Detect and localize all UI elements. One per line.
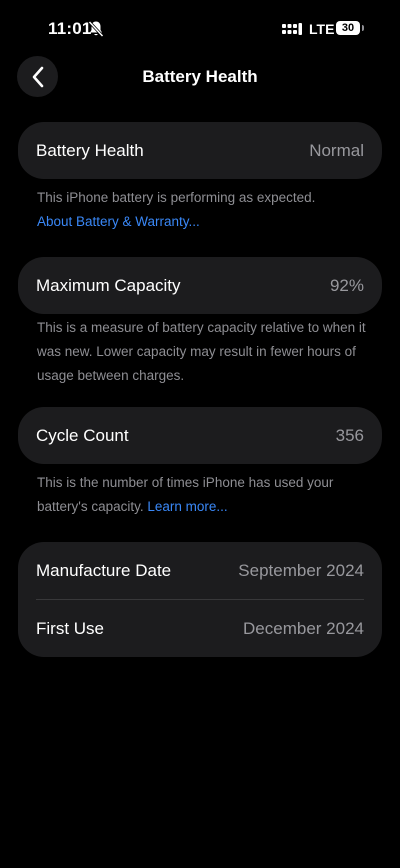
maximum-capacity-value: 92% [329, 275, 364, 295]
status-time: 11:01 [48, 19, 92, 38]
battery-cap [362, 25, 364, 31]
dates-card: Manufacture Date September 2024 First Us… [18, 542, 382, 657]
cycle-count-row[interactable]: Cycle Count 356 [18, 407, 382, 464]
battery-health-card: Battery Health Normal [18, 122, 382, 179]
cycle-count-card: Cycle Count 356 [18, 407, 382, 464]
first-use-row[interactable]: First Use December 2024 [18, 600, 382, 657]
bell-slash-icon [88, 20, 104, 38]
manufacture-date-row[interactable]: Manufacture Date September 2024 [18, 542, 382, 599]
manufacture-date-value: September 2024 [238, 560, 364, 580]
about-battery-warranty-link[interactable]: About Battery & Warranty... [37, 210, 367, 234]
battery-icon: 30 [336, 21, 366, 37]
battery-health-footnote: This iPhone battery is performing as exp… [37, 186, 367, 234]
maximum-capacity-row[interactable]: Maximum Capacity 92% [18, 257, 382, 314]
battery-health-row[interactable]: Battery Health Normal [18, 122, 382, 179]
signal-icon [282, 23, 302, 35]
maximum-capacity-label: Maximum Capacity [36, 275, 181, 295]
maximum-capacity-card: Maximum Capacity 92% [18, 257, 382, 314]
manufacture-date-label: Manufacture Date [36, 560, 172, 580]
battery-level: 30 [336, 21, 360, 35]
battery-health-label: Battery Health [36, 140, 144, 160]
network-label: LTE [309, 21, 335, 37]
first-use-label: First Use [36, 618, 104, 638]
battery-health-value: Normal [309, 140, 364, 160]
cycle-count-value: 356 [335, 425, 364, 445]
battery-health-description: This iPhone battery is performing as exp… [37, 190, 316, 205]
status-bar: 11:01 LTE 30 [0, 0, 400, 60]
maximum-capacity-footnote: This is a measure of battery capacity re… [37, 320, 366, 383]
first-use-value: December 2024 [243, 618, 364, 638]
cycle-count-footnote: This is the number of times iPhone has u… [37, 471, 367, 519]
page-title: Battery Health [142, 67, 258, 86]
learn-more-link[interactable]: Learn more... [147, 499, 227, 514]
cycle-count-label: Cycle Count [36, 425, 129, 445]
